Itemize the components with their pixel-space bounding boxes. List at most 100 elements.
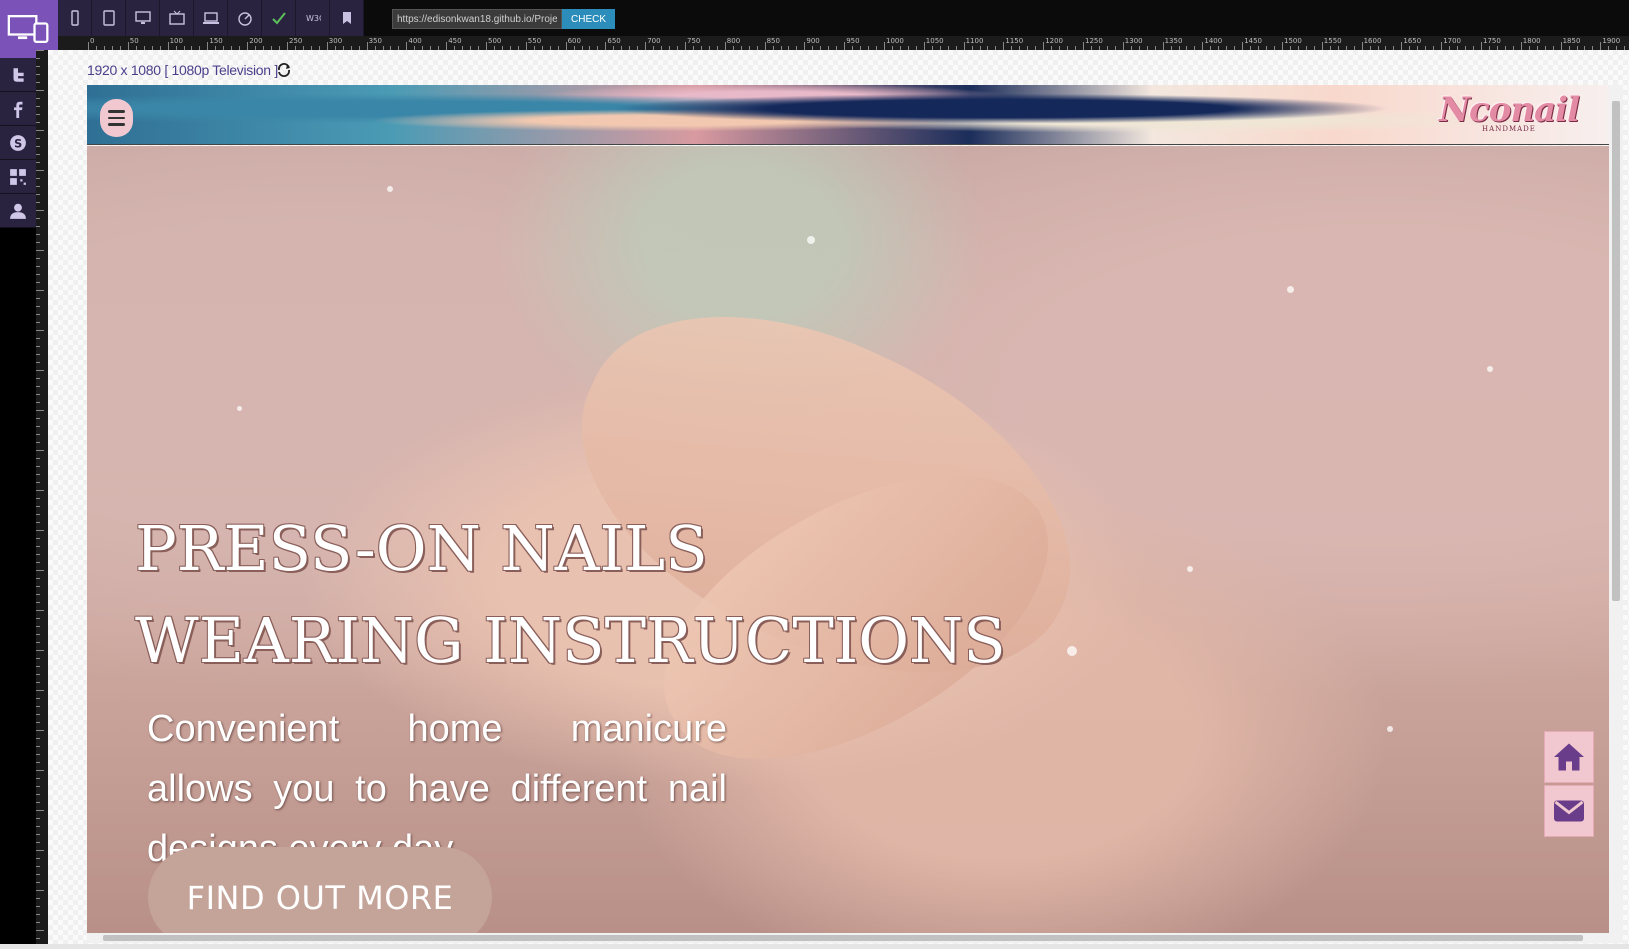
ruler-mark bbox=[1560, 42, 1562, 50]
ruler-mark bbox=[36, 386, 40, 387]
viewport-size-label: 1920 x 1080 [ 1080p Television ] bbox=[87, 62, 278, 78]
horizontal-scroll-thumb[interactable] bbox=[103, 935, 1583, 941]
ruler-mark bbox=[36, 666, 40, 667]
ruler-mark bbox=[36, 330, 44, 331]
vertical-scroll-thumb[interactable] bbox=[1612, 101, 1620, 601]
ruler-label: 950 bbox=[846, 37, 860, 45]
ruler-mark bbox=[36, 234, 40, 235]
ruler-label: 450 bbox=[448, 37, 462, 45]
ruler-mark bbox=[36, 650, 44, 651]
rotate-icon[interactable] bbox=[276, 62, 292, 78]
ruler-mark bbox=[36, 818, 40, 819]
ruler-mark bbox=[36, 162, 40, 163]
checklist-icon[interactable] bbox=[262, 0, 296, 36]
find-out-more-button[interactable]: FIND OUT MORE bbox=[148, 847, 492, 933]
home-icon bbox=[1554, 743, 1584, 771]
horizontal-scrollbar[interactable] bbox=[87, 933, 1623, 943]
ruler-mark bbox=[36, 698, 40, 699]
ruler-mark bbox=[36, 634, 40, 635]
ruler-mark bbox=[963, 42, 965, 50]
url-input[interactable] bbox=[392, 9, 562, 29]
desktop-icon[interactable] bbox=[126, 0, 160, 36]
ruler-mark bbox=[36, 426, 40, 427]
ruler-mark bbox=[36, 354, 40, 355]
ruler-mark bbox=[36, 746, 40, 747]
user-icon[interactable] bbox=[0, 194, 36, 228]
ruler-mark bbox=[36, 202, 40, 203]
ruler-mark bbox=[1520, 42, 1522, 50]
ruler-mark bbox=[36, 130, 44, 131]
ruler-label: 1500 bbox=[1284, 37, 1302, 45]
ruler-mark bbox=[36, 714, 40, 715]
ruler-mark bbox=[36, 466, 40, 467]
ruler-mark bbox=[804, 42, 806, 50]
ruler-mark bbox=[36, 266, 40, 267]
email-button[interactable] bbox=[1544, 785, 1594, 837]
ruler-label: 900 bbox=[806, 37, 820, 45]
ruler-label: 1900 bbox=[1602, 37, 1621, 45]
ruler-mark bbox=[446, 42, 448, 50]
facebook-icon[interactable] bbox=[0, 92, 36, 126]
tv-icon[interactable] bbox=[160, 0, 194, 36]
sparkle bbox=[1487, 366, 1493, 372]
ruler-mark bbox=[36, 706, 40, 707]
skype-icon[interactable]: S bbox=[0, 126, 36, 160]
ruler-mark bbox=[36, 66, 40, 67]
ruler-mark bbox=[36, 554, 40, 555]
ruler-mark bbox=[36, 754, 40, 755]
ruler-mark bbox=[36, 722, 40, 723]
laptop-icon[interactable] bbox=[194, 0, 228, 36]
ruler-label: 1200 bbox=[1045, 37, 1064, 45]
w3c-icon[interactable]: W3C bbox=[296, 0, 330, 36]
envelope-icon bbox=[1554, 800, 1584, 822]
ruler-mark bbox=[36, 298, 40, 299]
ruler-label: 1000 bbox=[886, 37, 904, 45]
ruler-mark bbox=[36, 762, 40, 763]
ruler-mark bbox=[36, 146, 40, 147]
ruler-mark bbox=[36, 274, 40, 275]
devices-logo-icon bbox=[7, 15, 49, 43]
sparkle bbox=[1387, 726, 1393, 732]
ruler-mark bbox=[36, 738, 40, 739]
ruler-mark bbox=[36, 114, 40, 115]
social-sidebar: S bbox=[0, 58, 36, 949]
ruler-mark bbox=[36, 314, 40, 315]
ruler-mark bbox=[36, 690, 44, 691]
ruler-mark bbox=[36, 770, 44, 771]
sparkle bbox=[1187, 566, 1193, 572]
tablet-icon[interactable] bbox=[92, 0, 126, 36]
ruler-mark bbox=[36, 842, 40, 843]
ruler-label: 750 bbox=[687, 37, 701, 45]
ruler-mark bbox=[1361, 42, 1363, 50]
home-button[interactable] bbox=[1544, 731, 1594, 783]
ruler-label: 800 bbox=[726, 37, 741, 45]
ruler-mark bbox=[36, 370, 44, 371]
ruler-mark bbox=[645, 42, 647, 50]
speed-icon[interactable] bbox=[228, 0, 262, 36]
ruler-mark bbox=[486, 42, 487, 50]
ruler-mark bbox=[36, 546, 40, 547]
vertical-scrollbar[interactable] bbox=[1609, 85, 1623, 933]
ruler-mark bbox=[36, 674, 40, 675]
ruler-mark bbox=[36, 530, 44, 531]
ruler-mark bbox=[36, 346, 40, 347]
ruler-mark bbox=[1043, 42, 1045, 50]
ruler-mark bbox=[36, 410, 44, 411]
qr-icon[interactable] bbox=[0, 160, 36, 194]
ruler-label: 350 bbox=[368, 37, 382, 45]
brand-name: Nconail bbox=[1438, 90, 1580, 130]
sparkle bbox=[1287, 286, 1294, 293]
ruler-mark bbox=[36, 306, 40, 307]
hamburger-menu-button[interactable] bbox=[100, 99, 133, 137]
check-button[interactable]: CHECK bbox=[562, 9, 616, 29]
mobile-icon[interactable] bbox=[58, 0, 92, 36]
twitter-icon[interactable] bbox=[0, 58, 36, 92]
ruler-mark bbox=[207, 42, 209, 50]
ruler-label: 600 bbox=[567, 37, 581, 45]
bookmark-icon[interactable] bbox=[330, 0, 364, 36]
ruler-label: 250 bbox=[289, 37, 303, 45]
brand-logo[interactable]: Nconail HANDMADE bbox=[1438, 90, 1580, 133]
hero-title-line-2: WEARING INSTRUCTIONS bbox=[135, 604, 1006, 677]
ruler-mark bbox=[36, 362, 40, 363]
ruler-mark bbox=[1083, 42, 1084, 50]
